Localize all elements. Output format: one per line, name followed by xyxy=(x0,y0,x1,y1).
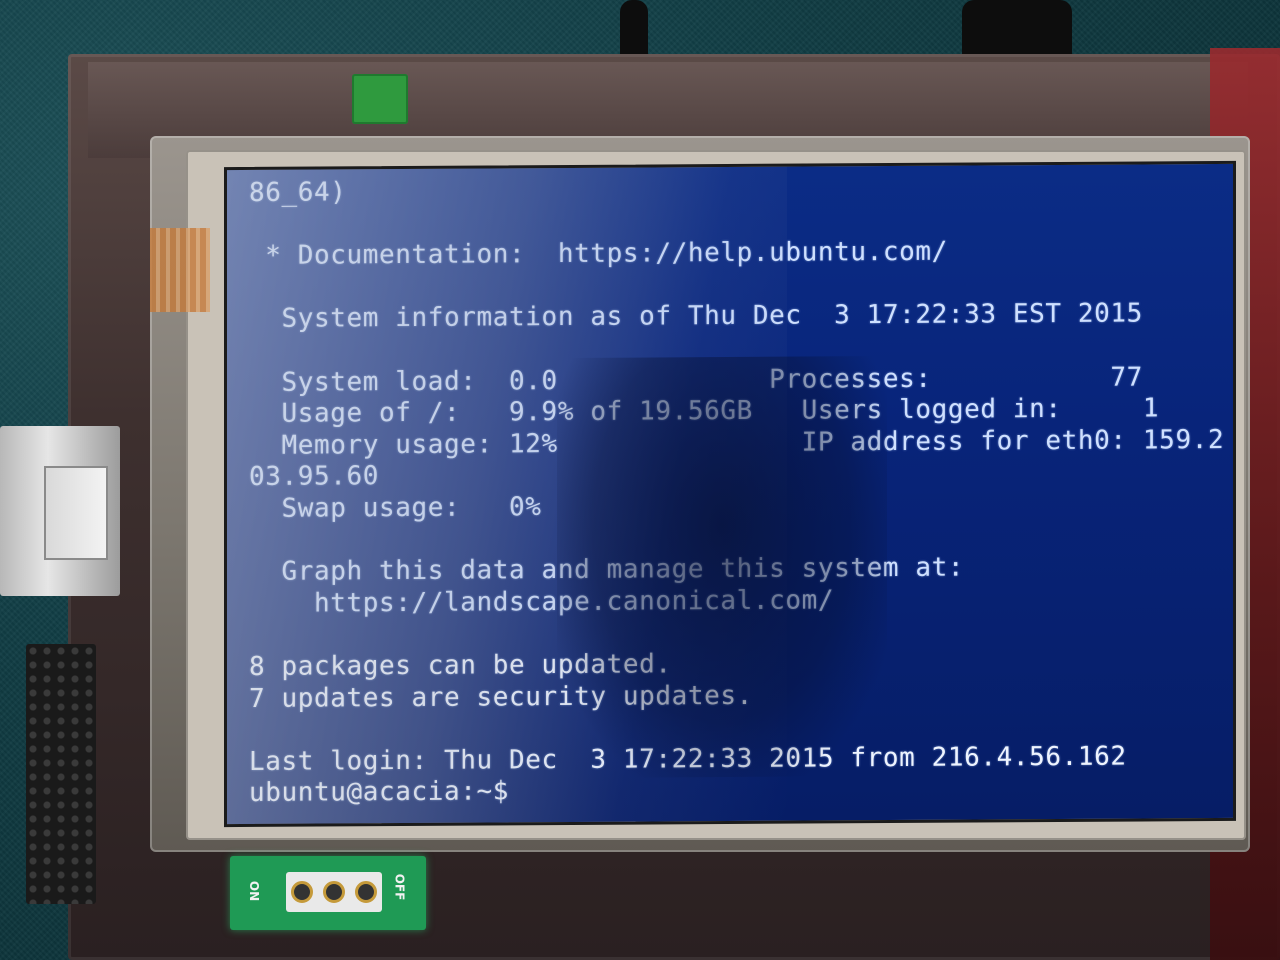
switch-off-label: OFF xyxy=(392,873,407,901)
flex-cable xyxy=(150,228,210,312)
switch-pins[interactable] xyxy=(286,872,382,912)
lcd-screen: 86_64) * Documentation: https://help.ubu… xyxy=(224,160,1236,828)
terminal-line: Last login: Thu Dec 3 17:22:33 2015 from… xyxy=(249,741,1127,777)
pin-icon xyxy=(323,881,345,903)
terminal-line: System information as of Thu Dec 3 17:22… xyxy=(249,298,1143,335)
switch-on-label: ON xyxy=(247,880,262,902)
green-connector xyxy=(352,74,408,124)
terminal-prompt[interactable]: ubuntu@acacia:~$ xyxy=(249,772,1224,810)
usb-port xyxy=(0,426,120,596)
gpio-header xyxy=(26,644,96,904)
photo-scene: 86_64) * Documentation: https://help.ubu… xyxy=(0,0,1280,960)
terminal-line: Memory usage: 12% IP address for eth0: 1… xyxy=(249,424,1225,461)
pin-icon xyxy=(355,881,377,903)
terminal-output: 86_64) * Documentation: https://help.ubu… xyxy=(249,172,1224,810)
pin-icon xyxy=(291,881,313,903)
